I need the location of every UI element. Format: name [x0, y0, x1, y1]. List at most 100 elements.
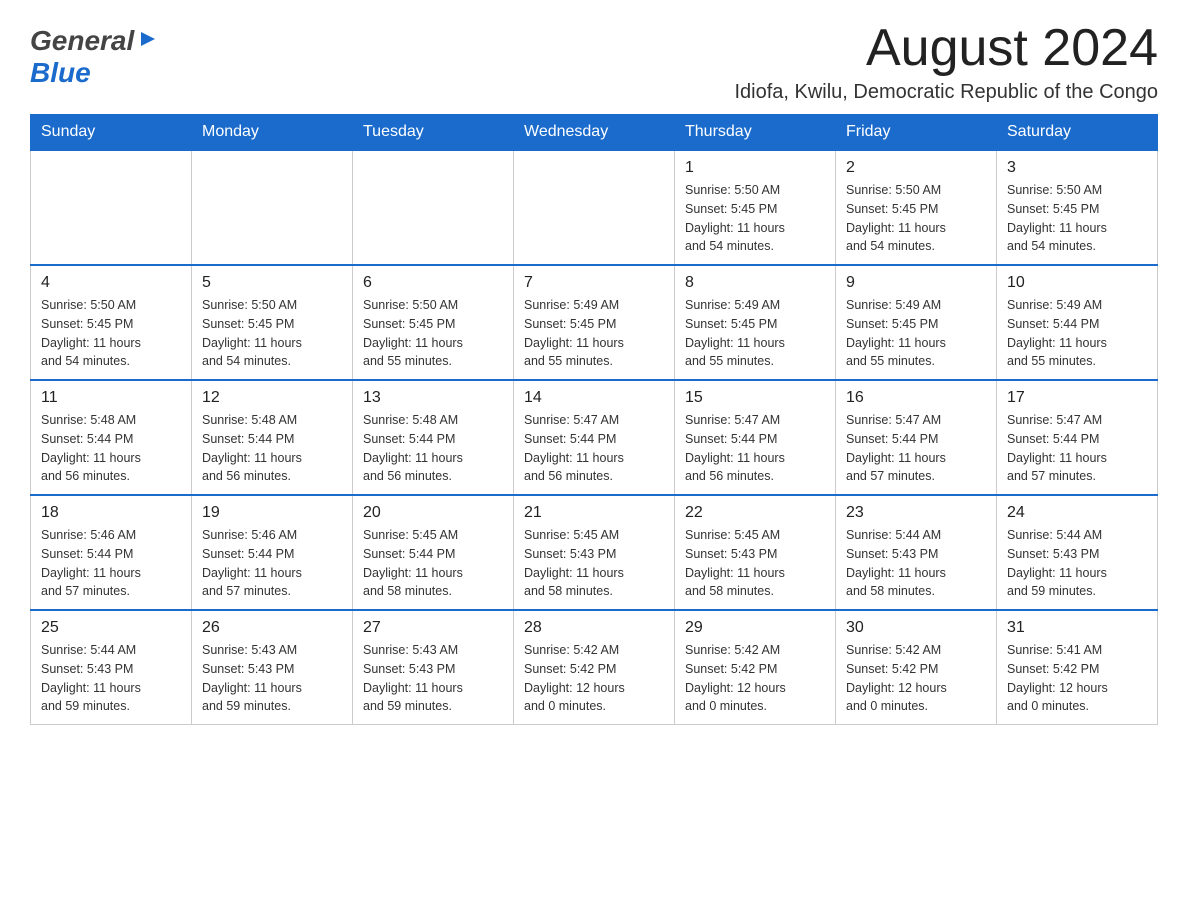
- logo: General Blue: [30, 20, 159, 89]
- day-info: Sunrise: 5:43 AMSunset: 5:43 PMDaylight:…: [202, 641, 342, 716]
- day-info: Sunrise: 5:44 AMSunset: 5:43 PMDaylight:…: [41, 641, 181, 716]
- day-info: Sunrise: 5:49 AMSunset: 5:44 PMDaylight:…: [1007, 296, 1147, 371]
- day-info: Sunrise: 5:47 AMSunset: 5:44 PMDaylight:…: [685, 411, 825, 486]
- day-number: 7: [524, 274, 664, 292]
- page-header: General Blue August 2024 Idiofa, Kwilu, …: [30, 20, 1158, 104]
- calendar-day: 5 Sunrise: 5:50 AMSunset: 5:45 PMDaylight…: [192, 265, 353, 380]
- calendar-day: [514, 150, 675, 265]
- day-number: 18: [41, 504, 181, 522]
- day-info: Sunrise: 5:50 AMSunset: 5:45 PMDaylight:…: [846, 181, 986, 256]
- day-info: Sunrise: 5:47 AMSunset: 5:44 PMDaylight:…: [524, 411, 664, 486]
- logo-blue-text: Blue: [30, 57, 91, 89]
- day-info: Sunrise: 5:44 AMSunset: 5:43 PMDaylight:…: [1007, 526, 1147, 601]
- calendar-day: 8 Sunrise: 5:49 AMSunset: 5:45 PMDaylight…: [675, 265, 836, 380]
- calendar-day: 29 Sunrise: 5:42 AMSunset: 5:42 PMDayligh…: [675, 610, 836, 725]
- day-number: 4: [41, 274, 181, 292]
- calendar-day: 31Sunrise: 5:41 AMSunset: 5:42 PMDayligh…: [997, 610, 1158, 725]
- calendar-day: 3 Sunrise: 5:50 AMSunset: 5:45 PMDaylight…: [997, 150, 1158, 265]
- calendar-day: 24 Sunrise: 5:44 AMSunset: 5:43 PMDayligh…: [997, 495, 1158, 610]
- month-title: August 2024: [734, 20, 1158, 77]
- day-number: 26: [202, 619, 342, 637]
- day-number: 3: [1007, 159, 1147, 177]
- calendar-day: 21Sunrise: 5:45 AMSunset: 5:43 PMDayligh…: [514, 495, 675, 610]
- calendar-day: 2 Sunrise: 5:50 AMSunset: 5:45 PMDaylight…: [836, 150, 997, 265]
- day-info: Sunrise: 5:49 AMSunset: 5:45 PMDaylight:…: [846, 296, 986, 371]
- day-number: 13: [363, 389, 503, 407]
- day-info: Sunrise: 5:45 AMSunset: 5:43 PMDaylight:…: [685, 526, 825, 601]
- calendar-day: 15 Sunrise: 5:47 AMSunset: 5:44 PMDayligh…: [675, 380, 836, 495]
- calendar-day: 13 Sunrise: 5:48 AMSunset: 5:44 PMDayligh…: [353, 380, 514, 495]
- day-number: 24: [1007, 504, 1147, 522]
- day-info: Sunrise: 5:42 AMSunset: 5:42 PMDaylight:…: [524, 641, 664, 716]
- day-number: 5: [202, 274, 342, 292]
- day-number: 15: [685, 389, 825, 407]
- calendar-day: 14Sunrise: 5:47 AMSunset: 5:44 PMDayligh…: [514, 380, 675, 495]
- day-info: Sunrise: 5:50 AMSunset: 5:45 PMDaylight:…: [202, 296, 342, 371]
- week-row-4: 18 Sunrise: 5:46 AMSunset: 5:44 PMDayligh…: [31, 495, 1158, 610]
- calendar-day: 4Sunrise: 5:50 AMSunset: 5:45 PMDaylight…: [31, 265, 192, 380]
- day-number: 22: [685, 504, 825, 522]
- calendar-day: 27 Sunrise: 5:43 AMSunset: 5:43 PMDayligh…: [353, 610, 514, 725]
- day-number: 28: [524, 619, 664, 637]
- day-info: Sunrise: 5:42 AMSunset: 5:42 PMDaylight:…: [685, 641, 825, 716]
- day-number: 9: [846, 274, 986, 292]
- header-saturday: Saturday: [997, 115, 1158, 151]
- day-info: Sunrise: 5:46 AMSunset: 5:44 PMDaylight:…: [41, 526, 181, 601]
- week-row-1: 1 Sunrise: 5:50 AMSunset: 5:45 PMDaylight…: [31, 150, 1158, 265]
- day-number: 10: [1007, 274, 1147, 292]
- day-number: 11: [41, 389, 181, 407]
- calendar-day: 26 Sunrise: 5:43 AMSunset: 5:43 PMDayligh…: [192, 610, 353, 725]
- day-info: Sunrise: 5:48 AMSunset: 5:44 PMDaylight:…: [41, 411, 181, 486]
- day-number: 30: [846, 619, 986, 637]
- calendar-day: 19Sunrise: 5:46 AMSunset: 5:44 PMDayligh…: [192, 495, 353, 610]
- day-info: Sunrise: 5:47 AMSunset: 5:44 PMDaylight:…: [1007, 411, 1147, 486]
- calendar-day: 23Sunrise: 5:44 AMSunset: 5:43 PMDayligh…: [836, 495, 997, 610]
- header-thursday: Thursday: [675, 115, 836, 151]
- day-info: Sunrise: 5:50 AMSunset: 5:45 PMDaylight:…: [685, 181, 825, 256]
- calendar-day: 12 Sunrise: 5:48 AMSunset: 5:44 PMDayligh…: [192, 380, 353, 495]
- day-info: Sunrise: 5:48 AMSunset: 5:44 PMDaylight:…: [363, 411, 503, 486]
- calendar-day: 7 Sunrise: 5:49 AMSunset: 5:45 PMDaylight…: [514, 265, 675, 380]
- logo-general-text: General: [30, 25, 134, 57]
- day-number: 21: [524, 504, 664, 522]
- calendar-table: Sunday Monday Tuesday Wednesday Thursday…: [30, 114, 1158, 725]
- calendar-day: 11 Sunrise: 5:48 AMSunset: 5:44 PMDayligh…: [31, 380, 192, 495]
- day-number: 29: [685, 619, 825, 637]
- day-info: Sunrise: 5:47 AMSunset: 5:44 PMDaylight:…: [846, 411, 986, 486]
- day-info: Sunrise: 5:49 AMSunset: 5:45 PMDaylight:…: [524, 296, 664, 371]
- calendar-day: [31, 150, 192, 265]
- calendar-header-row: Sunday Monday Tuesday Wednesday Thursday…: [31, 115, 1158, 151]
- calendar-day: 17Sunrise: 5:47 AMSunset: 5:44 PMDayligh…: [997, 380, 1158, 495]
- day-number: 25: [41, 619, 181, 637]
- day-info: Sunrise: 5:43 AMSunset: 5:43 PMDaylight:…: [363, 641, 503, 716]
- header-monday: Monday: [192, 115, 353, 151]
- calendar-day: 1 Sunrise: 5:50 AMSunset: 5:45 PMDaylight…: [675, 150, 836, 265]
- day-info: Sunrise: 5:41 AMSunset: 5:42 PMDaylight:…: [1007, 641, 1147, 716]
- calendar-day: 25 Sunrise: 5:44 AMSunset: 5:43 PMDayligh…: [31, 610, 192, 725]
- calendar-day: 30 Sunrise: 5:42 AMSunset: 5:42 PMDayligh…: [836, 610, 997, 725]
- header-sunday: Sunday: [31, 115, 192, 151]
- calendar-day: 18 Sunrise: 5:46 AMSunset: 5:44 PMDayligh…: [31, 495, 192, 610]
- day-number: 16: [846, 389, 986, 407]
- calendar-day: 20 Sunrise: 5:45 AMSunset: 5:44 PMDayligh…: [353, 495, 514, 610]
- week-row-2: 4 Sunrise: 5:50 AMSunset: 5:45 PMDaylight…: [31, 265, 1158, 380]
- day-info: Sunrise: 5:50 AMSunset: 5:45 PMDaylight:…: [363, 296, 503, 371]
- day-info: Sunrise: 5:46 AMSunset: 5:44 PMDaylight:…: [202, 526, 342, 601]
- day-info: Sunrise: 5:42 AMSunset: 5:42 PMDaylight:…: [846, 641, 986, 716]
- week-row-5: 25 Sunrise: 5:44 AMSunset: 5:43 PMDayligh…: [31, 610, 1158, 725]
- calendar-day: 9 Sunrise: 5:49 AMSunset: 5:45 PMDaylight…: [836, 265, 997, 380]
- calendar-day: 10 Sunrise: 5:49 AMSunset: 5:44 PMDayligh…: [997, 265, 1158, 380]
- calendar-day: 16 Sunrise: 5:47 AMSunset: 5:44 PMDayligh…: [836, 380, 997, 495]
- day-number: 20: [363, 504, 503, 522]
- day-number: 2: [846, 159, 986, 177]
- location-title: Idiofa, Kwilu, Democratic Republic of th…: [734, 81, 1158, 104]
- header-friday: Friday: [836, 115, 997, 151]
- day-info: Sunrise: 5:50 AMSunset: 5:45 PMDaylight:…: [1007, 181, 1147, 256]
- day-number: 27: [363, 619, 503, 637]
- day-number: 1: [685, 159, 825, 177]
- day-number: 12: [202, 389, 342, 407]
- day-info: Sunrise: 5:49 AMSunset: 5:45 PMDaylight:…: [685, 296, 825, 371]
- day-number: 8: [685, 274, 825, 292]
- day-info: Sunrise: 5:48 AMSunset: 5:44 PMDaylight:…: [202, 411, 342, 486]
- day-info: Sunrise: 5:45 AMSunset: 5:44 PMDaylight:…: [363, 526, 503, 601]
